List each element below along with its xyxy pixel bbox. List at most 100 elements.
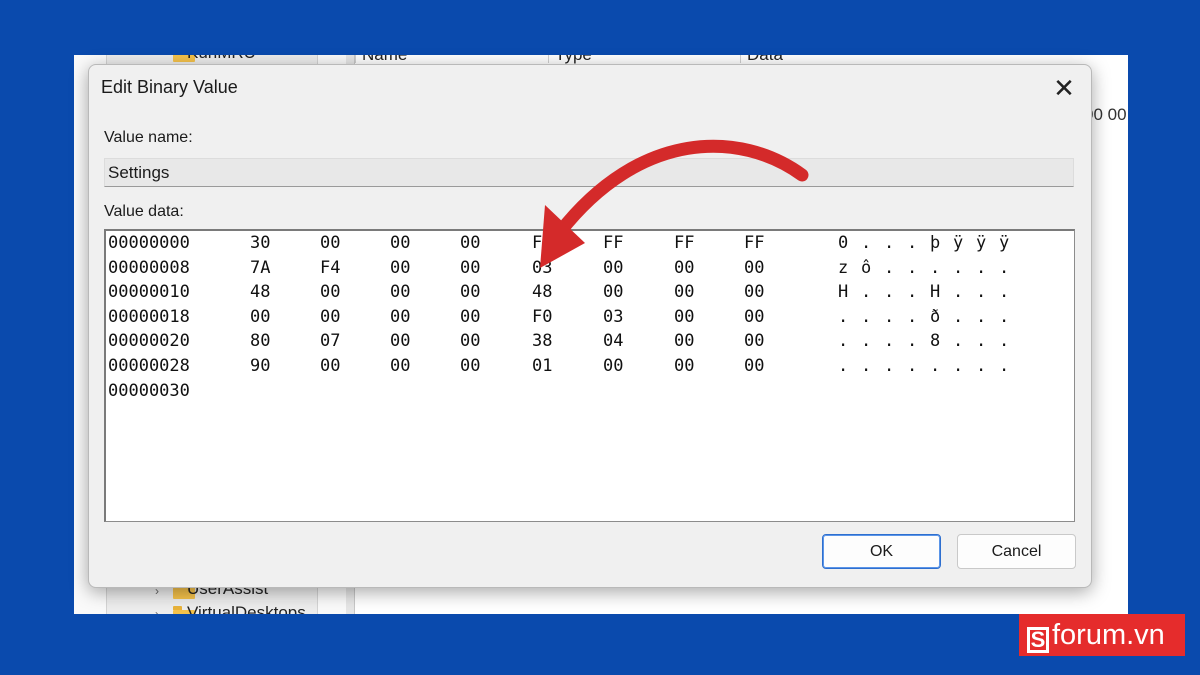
ascii-char[interactable]: . [884, 258, 894, 278]
close-icon[interactable]: ✕ [1049, 73, 1079, 103]
hex-byte[interactable]: 00 [674, 356, 694, 376]
ascii-char[interactable]: . [976, 307, 986, 327]
ascii-char[interactable]: . [884, 356, 894, 376]
hex-byte[interactable]: 00 [744, 258, 764, 278]
hex-byte[interactable]: 00 [603, 282, 623, 302]
tree-item-top[interactable]: KunMRU [187, 55, 256, 63]
ascii-char[interactable]: . [884, 307, 894, 327]
hex-byte[interactable]: 00 [744, 331, 764, 351]
ascii-char[interactable]: . [861, 282, 871, 302]
ascii-char[interactable]: . [838, 307, 848, 327]
ascii-char[interactable]: ÿ [976, 233, 986, 253]
hex-byte[interactable]: 00 [320, 282, 340, 302]
ascii-char[interactable]: . [976, 258, 986, 278]
hex-byte[interactable]: 03 [532, 258, 552, 278]
hex-byte[interactable]: 38 [532, 331, 552, 351]
hex-byte[interactable]: 80 [250, 331, 270, 351]
hex-byte[interactable]: FF [744, 233, 764, 253]
ascii-char[interactable]: . [884, 331, 894, 351]
tree-item-virtualdesktops[interactable]: VirtualDesktops [187, 603, 306, 614]
hex-byte[interactable]: 30 [250, 233, 270, 253]
hex-byte[interactable]: 03 [603, 307, 623, 327]
ascii-char[interactable]: . [884, 233, 894, 253]
ascii-char[interactable]: H [930, 282, 940, 302]
hex-byte[interactable]: 00 [460, 282, 480, 302]
hex-byte[interactable]: 04 [603, 331, 623, 351]
hex-byte[interactable]: 00 [744, 307, 764, 327]
hex-byte[interactable]: 00 [390, 282, 410, 302]
column-header-data[interactable]: Data [740, 55, 783, 64]
ascii-char[interactable]: . [838, 331, 848, 351]
hex-byte[interactable]: 7A [250, 258, 270, 278]
hex-byte[interactable]: 00 [390, 356, 410, 376]
ascii-char[interactable]: . [999, 331, 1009, 351]
hex-byte[interactable]: F4 [320, 258, 340, 278]
ascii-char[interactable]: ð [930, 307, 940, 327]
value-data-editor[interactable]: 00000000 30 00 00 00 FF FF FF FF 0... þ ÿ ÿ ÿ 00000008… [104, 229, 1075, 522]
hex-byte[interactable]: F0 [532, 307, 552, 327]
ascii-char[interactable]: . [838, 356, 848, 376]
hex-byte[interactable]: 00 [744, 356, 764, 376]
hex-byte[interactable]: 00 [390, 258, 410, 278]
ascii-char[interactable]: . [953, 356, 963, 376]
hex-byte[interactable]: 00 [603, 356, 623, 376]
hex-byte[interactable]: 00 [674, 331, 694, 351]
hex-byte[interactable]: 00 [744, 282, 764, 302]
ascii-char[interactable]: . [953, 331, 963, 351]
hex-byte[interactable]: 48 [532, 282, 552, 302]
ascii-char[interactable]: . [884, 282, 894, 302]
ascii-char[interactable]: ô [861, 258, 871, 278]
cancel-button[interactable]: Cancel [957, 534, 1076, 569]
hex-byte[interactable]: 00 [320, 307, 340, 327]
ascii-char[interactable]: . [976, 282, 986, 302]
hex-byte[interactable]: 00 [674, 307, 694, 327]
ascii-char[interactable]: H [838, 282, 848, 302]
ascii-char[interactable]: . [999, 258, 1009, 278]
hex-byte[interactable]: 00 [674, 282, 694, 302]
hex-byte[interactable]: 90 [250, 356, 270, 376]
ascii-char[interactable]: . [907, 307, 917, 327]
ascii-char[interactable]: . [907, 282, 917, 302]
ascii-char[interactable]: ÿ [953, 233, 963, 253]
ascii-char[interactable]: . [907, 233, 917, 253]
hex-byte[interactable]: 00 [460, 356, 480, 376]
ascii-char[interactable]: . [930, 356, 940, 376]
ascii-char[interactable]: 8 [930, 331, 940, 351]
ascii-char[interactable]: . [999, 307, 1009, 327]
hex-byte[interactable]: FF [603, 233, 623, 253]
hex-byte[interactable]: 00 [390, 307, 410, 327]
ascii-char[interactable]: . [976, 331, 986, 351]
hex-byte[interactable]: 00 [460, 307, 480, 327]
ascii-char[interactable]: . [953, 307, 963, 327]
chevron-right-icon[interactable]: › [155, 607, 159, 614]
ascii-char[interactable]: . [953, 258, 963, 278]
ascii-char[interactable]: ÿ [999, 233, 1009, 253]
hex-byte[interactable]: 00 [320, 233, 340, 253]
hex-byte[interactable]: 00 [250, 307, 270, 327]
ascii-char[interactable]: z [838, 258, 848, 278]
ascii-char[interactable]: . [999, 356, 1009, 376]
ascii-char[interactable]: . [861, 331, 871, 351]
ascii-char[interactable]: . [907, 331, 917, 351]
ascii-char[interactable]: . [930, 258, 940, 278]
ok-button[interactable]: OK [822, 534, 941, 569]
ascii-char[interactable]: . [976, 356, 986, 376]
hex-byte[interactable]: 00 [390, 331, 410, 351]
hex-byte[interactable]: 00 [390, 233, 410, 253]
hex-byte[interactable]: 00 [460, 233, 480, 253]
hex-byte[interactable]: 00 [674, 258, 694, 278]
ascii-char[interactable]: . [953, 282, 963, 302]
ascii-char[interactable]: þ [930, 233, 940, 253]
hex-byte[interactable]: 07 [320, 331, 340, 351]
hex-byte[interactable]: 00 [460, 258, 480, 278]
ascii-char[interactable]: . [907, 356, 917, 376]
column-header-name[interactable]: Name [355, 55, 407, 64]
hex-byte[interactable]: FF [532, 233, 552, 253]
column-header-type[interactable]: Type [548, 55, 592, 64]
hex-byte[interactable]: 00 [460, 331, 480, 351]
hex-byte[interactable]: 48 [250, 282, 270, 302]
ascii-char[interactable]: . [861, 307, 871, 327]
hex-byte[interactable]: 00 [320, 356, 340, 376]
hex-byte[interactable]: FF [674, 233, 694, 253]
ascii-char[interactable]: 0 [838, 233, 848, 253]
